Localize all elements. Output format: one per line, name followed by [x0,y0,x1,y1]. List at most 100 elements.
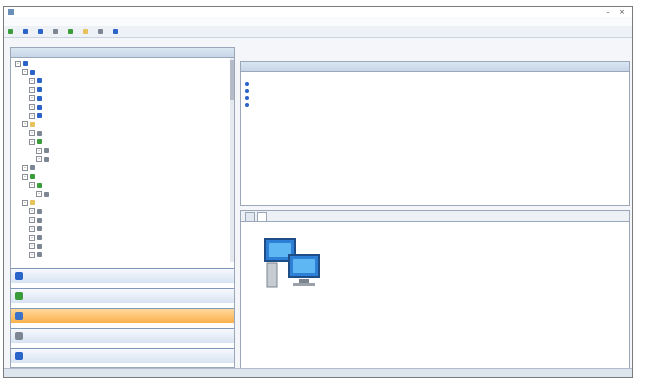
expand-icon[interactable]: – [22,173,28,180]
expand-icon[interactable]: – [15,60,21,67]
computer-icon [264,238,320,288]
toolbar-button[interactable] [83,29,90,34]
detail-tabs [241,211,629,222]
computer-icon [37,235,42,240]
minimize-button[interactable]: – [604,8,612,16]
toolbar-button[interactable] [53,29,60,34]
expand-icon[interactable]: – [22,121,28,128]
tree-node[interactable]: – [29,234,44,241]
expand-icon[interactable]: – [29,208,35,215]
expand-icon[interactable]: – [29,217,35,224]
expand-icon[interactable]: – [29,243,35,250]
tree-node[interactable]: – [36,191,51,198]
toolbar-button[interactable] [98,29,105,34]
grid-header [241,72,629,79]
computer-icon [23,61,28,66]
deployment-icon [15,312,23,320]
expand-icon[interactable]: – [29,112,35,119]
window-controls: – × [604,7,626,17]
tree-node[interactable]: – [22,121,37,128]
table-row[interactable] [241,88,629,94]
tree-node[interactable]: – [29,208,44,215]
expand-icon[interactable]: – [22,69,28,76]
tree-node[interactable]: – [29,251,44,258]
reports-icon [15,332,23,340]
tree-node[interactable]: – [22,69,41,76]
computer-icon [37,252,42,258]
computer-icon [30,121,35,127]
tree-node[interactable]: – [29,243,44,250]
menu-bar [4,17,632,26]
nav-button[interactable] [11,328,234,343]
tab-monitoring[interactable] [257,212,267,221]
expand-icon[interactable]: – [29,86,35,93]
computer-icon [44,148,49,153]
expand-icon[interactable]: – [29,95,35,102]
expand-icon[interactable]: – [29,77,35,84]
computer-icon [30,174,35,180]
tree-node[interactable]: – [15,60,30,67]
toolbar-button[interactable] [23,29,30,34]
table-row[interactable] [241,95,629,101]
expand-icon[interactable]: – [29,225,35,232]
toolbar-button[interactable] [38,29,45,34]
tree-node[interactable]: – [36,147,51,154]
tree-node[interactable]: – [29,112,44,119]
tab-general[interactable] [245,212,255,221]
expand-icon[interactable]: – [22,164,28,171]
expand-icon[interactable]: – [29,234,35,241]
computer-icon [44,191,49,197]
toolbar-button[interactable] [8,29,15,34]
tree-node[interactable]: – [29,138,44,145]
table-row[interactable] [241,102,629,108]
tree-node[interactable]: – [29,104,44,111]
status-bar [4,368,632,377]
toolbar [4,26,632,38]
navigation-pane-title [11,48,234,58]
monitoring-icon [15,292,23,300]
expand-icon[interactable]: – [29,251,35,258]
nav-button[interactable] [11,268,234,283]
nav-button[interactable] [11,288,234,303]
computer-icon [37,104,42,110]
tree-node[interactable]: – [29,217,44,224]
tree-node[interactable]: – [29,182,44,189]
tree-node[interactable]: – [29,130,44,137]
close-button[interactable]: × [618,8,626,16]
tree-node[interactable]: – [29,86,44,93]
tree-node[interactable]: – [22,164,37,171]
computer-icon [37,226,42,232]
table-row[interactable] [241,81,629,87]
expand-icon[interactable]: – [36,156,42,163]
expand-icon[interactable]: – [36,191,42,197]
expand-icon[interactable]: – [29,182,35,189]
open-icon [23,29,28,34]
expand-icon[interactable]: – [36,147,42,154]
title-bar: – × [4,7,632,17]
expand-icon[interactable]: – [22,199,28,206]
tree-node[interactable]: – [29,225,44,232]
computer-icon [37,243,42,249]
toolbar-button[interactable] [113,29,120,34]
folder-icon [83,29,88,34]
tree-node[interactable]: – [36,156,51,163]
tree-node[interactable]: – [22,173,37,180]
expand-icon[interactable]: – [29,138,35,145]
tree-node[interactable]: – [29,77,44,84]
tree-scrollbar[interactable] [230,58,234,262]
toolbar-button[interactable] [68,29,75,34]
computer-icon [30,200,35,206]
nav-button[interactable] [11,308,234,323]
expand-icon[interactable]: – [29,130,35,137]
scrollbar-thumb[interactable] [230,60,234,100]
computer-icon [37,208,42,214]
nav-button[interactable] [11,348,234,363]
computer-icon [245,96,249,100]
administration-icon [15,352,23,360]
new-icon [8,29,13,34]
expand-icon[interactable]: – [29,104,35,110]
computer-icon [37,130,42,136]
tree-node[interactable]: – [22,199,37,206]
tree-node[interactable]: – [29,95,44,102]
computer-icon [37,217,42,223]
